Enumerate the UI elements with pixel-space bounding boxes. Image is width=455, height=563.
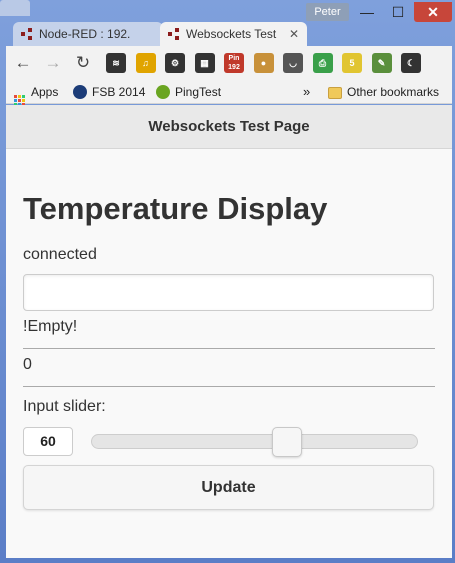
- profile-badge[interactable]: Peter: [306, 3, 349, 21]
- message-input[interactable]: [23, 274, 434, 311]
- new-tab-button[interactable]: [0, 0, 30, 16]
- page-header: Websockets Test Page: [6, 105, 452, 149]
- slider-value-input[interactable]: 60: [23, 427, 73, 456]
- reload-button[interactable]: ↻: [72, 52, 94, 74]
- pocket-icon[interactable]: ◡: [283, 53, 303, 73]
- evernote-icon[interactable]: ✎: [371, 53, 392, 73]
- bookmark-label: Apps: [31, 85, 59, 99]
- pin-icon[interactable]: Pin 192: [224, 53, 244, 73]
- note-icon[interactable]: ♫: [135, 53, 156, 73]
- folder-icon: [328, 87, 342, 99]
- node-red-favicon-icon: [21, 28, 33, 40]
- tab-close-icon[interactable]: ✕: [289, 22, 299, 46]
- bookmark-label: PingTest: [175, 85, 222, 99]
- number-display: 0: [23, 349, 435, 387]
- close-window-button[interactable]: ✕: [414, 2, 452, 22]
- maximize-button[interactable]: ☐: [383, 2, 413, 22]
- bookmark-label: Other bookmarks: [347, 85, 440, 99]
- bookmark-label: FSB 2014: [92, 85, 146, 99]
- bookmark-apps[interactable]: Apps: [14, 84, 58, 106]
- minimize-button[interactable]: —: [352, 2, 382, 22]
- bookmarks-bar: Apps FSB 2014 PingTest » Other bookmarks: [6, 80, 452, 106]
- cookie-icon[interactable]: ●: [253, 53, 274, 73]
- qr-code-icon[interactable]: ▦: [194, 53, 215, 73]
- input-slider: 60: [23, 425, 435, 465]
- bookmark-pingtest[interactable]: PingTest: [156, 84, 221, 100]
- back-button[interactable]: ←: [12, 52, 34, 74]
- tab-label: Node-RED : 192.: [39, 27, 131, 41]
- tab-websockets-test[interactable]: Websockets Test ✕: [160, 22, 307, 46]
- bulb-icon[interactable]: 5: [342, 53, 362, 73]
- gear-icon[interactable]: ⚙: [165, 53, 185, 73]
- update-button[interactable]: Update: [23, 465, 434, 510]
- moon-icon[interactable]: ☾: [401, 53, 421, 73]
- page-content: Temperature Display connected !Empty! 0 …: [6, 191, 452, 510]
- other-bookmarks-folder[interactable]: Other bookmarks: [328, 84, 439, 100]
- fsb-icon: [73, 85, 87, 99]
- node-red-favicon-icon: [168, 28, 180, 40]
- bookmark-fsb-2014[interactable]: FSB 2014: [73, 84, 145, 100]
- page-title: Temperature Display: [23, 191, 328, 226]
- web-page: Websockets Test Page Temperature Display…: [6, 105, 452, 558]
- pingtest-icon: [156, 85, 170, 99]
- bookmarks-overflow-button[interactable]: »: [303, 84, 310, 100]
- text-display: !Empty!: [23, 311, 435, 349]
- slider-track[interactable]: [91, 427, 418, 457]
- browser-toolbar: ← → ↻ ≋ ♫ ⚙ ▦ Pin 192 ● ◡ ⎙ 5 ✎ ☾: [6, 46, 452, 80]
- slider-label: Input slider:: [23, 398, 106, 415]
- tab-label: Websockets Test: [186, 27, 277, 41]
- forward-button[interactable]: →: [42, 52, 64, 74]
- slider-handle[interactable]: [272, 427, 302, 457]
- browser-window: Peter — ☐ ✕ Node-RED : 192. Websockets T…: [0, 0, 455, 563]
- connection-status: connected: [23, 246, 97, 263]
- tab-node-red[interactable]: Node-RED : 192.: [13, 22, 163, 46]
- layers-icon[interactable]: ≋: [106, 53, 126, 73]
- print-icon[interactable]: ⎙: [312, 53, 333, 73]
